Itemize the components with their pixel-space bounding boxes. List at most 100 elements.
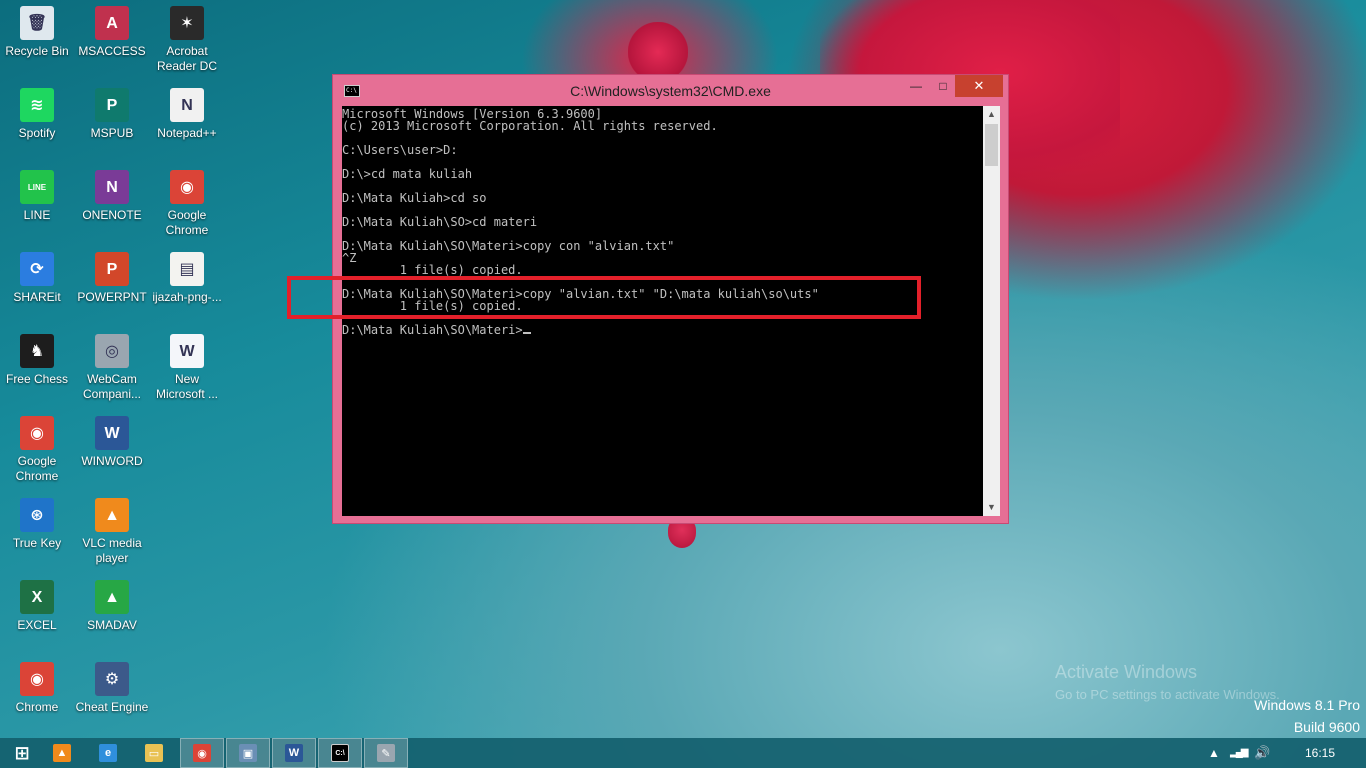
- close-button[interactable]: ✕: [955, 75, 1003, 97]
- desktop-icon-label: SHAREit: [13, 290, 61, 304]
- desktop-icon[interactable]: 🗑 Recycle Bin: [0, 6, 74, 59]
- desktop-icon[interactable]: ◉ Google Chrome: [0, 416, 74, 484]
- desktop-icon[interactable]: N Notepad++: [150, 88, 224, 141]
- desktop-icon-label: EXCEL: [17, 618, 57, 632]
- windows-build: Build 9600: [1293, 719, 1360, 735]
- desktop-icon-label: MSPUB: [90, 126, 134, 140]
- onenote-icon: N: [95, 170, 129, 204]
- desktop-icon[interactable]: ◉ Google Chrome: [150, 170, 224, 238]
- volume-icon[interactable]: 🔊: [1254, 738, 1270, 768]
- cmd-icon: C:\: [331, 744, 349, 762]
- desktop-icon[interactable]: ⚙ Cheat Engine: [75, 662, 149, 715]
- word-icon: W: [95, 416, 129, 450]
- start-button[interactable]: ⊞: [0, 738, 44, 768]
- taskbar-window[interactable]: ▣: [226, 738, 270, 768]
- show-hidden-icons-icon[interactable]: ▲: [1208, 738, 1220, 768]
- desktop-icon-label: ONENOTE: [82, 208, 142, 222]
- cheat-engine-icon: ⚙: [95, 662, 129, 696]
- true-key-icon: ⊛: [20, 498, 54, 532]
- desktop-icon-label: POWERPNT: [77, 290, 147, 304]
- desktop-icon[interactable]: ⊛ True Key: [0, 498, 74, 551]
- chrome-icon: ◉: [20, 662, 54, 696]
- desktop-icon[interactable]: N ONENOTE: [75, 170, 149, 223]
- desktop-icon-label: Notepad++: [157, 126, 217, 140]
- clock[interactable]: 16:15: [1305, 738, 1335, 768]
- desktop-icon[interactable]: ▲ SMADAV: [75, 580, 149, 633]
- chrome-icon: ◉: [20, 416, 54, 450]
- paint-icon: ✎: [377, 744, 395, 762]
- notepadpp-icon: N: [170, 88, 204, 122]
- desktop-icon[interactable]: W WINWORD: [75, 416, 149, 469]
- desktop-icon-label: Google Chrome: [165, 208, 209, 237]
- taskbar-file-explorer[interactable]: ▭: [132, 738, 176, 768]
- mspub-icon: P: [95, 88, 129, 122]
- console-line: (c) 2013 Microsoft Corporation. All righ…: [342, 119, 718, 133]
- desktop-icon[interactable]: ⟳ SHAREit: [0, 252, 74, 305]
- console-line: D:\>cd mata kuliah: [342, 167, 473, 181]
- desktop-icon[interactable]: LINE LINE: [0, 170, 74, 223]
- taskbar-chrome[interactable]: ◉: [180, 738, 224, 768]
- scroll-up-icon[interactable]: ▲: [983, 106, 1000, 123]
- text-cursor: [522, 332, 531, 334]
- highlight-annotation-box: [287, 276, 921, 319]
- watermark-title: Activate Windows: [1055, 662, 1198, 682]
- desktop-icon-label: Cheat Engine: [75, 700, 149, 714]
- taskbar-cmd[interactable]: C:\: [318, 738, 362, 768]
- desktop-icon[interactable]: ≋ Spotify: [0, 88, 74, 141]
- taskbar-word[interactable]: W: [272, 738, 316, 768]
- desktop-icon[interactable]: ◉ Chrome: [0, 662, 74, 715]
- desktop-icon[interactable]: A MSACCESS: [75, 6, 149, 59]
- cmd-titlebar[interactable]: C:\ C:\Windows\system32\CMD.exe — □ ✕: [333, 75, 1008, 107]
- console-line: 1 file(s) copied.: [342, 263, 523, 277]
- desktop-icon-label: Google Chrome: [15, 454, 59, 483]
- maximize-button[interactable]: □: [930, 75, 956, 97]
- desktop-icon[interactable]: W New Microsoft ...: [150, 334, 224, 402]
- desktop-icon-label: Free Chess: [5, 372, 69, 386]
- desktop-icon[interactable]: P POWERPNT: [75, 252, 149, 305]
- spotify-icon: ≋: [20, 88, 54, 122]
- excel-icon: X: [20, 580, 54, 614]
- desktop-icon[interactable]: ♞ Free Chess: [0, 334, 74, 387]
- desktop-icon-label: ijazah-png-...: [152, 290, 222, 304]
- taskbar-vlc[interactable]: ▲: [40, 738, 84, 768]
- shareit-icon: ⟳: [20, 252, 54, 286]
- scroll-down-icon[interactable]: ▼: [983, 499, 1000, 516]
- build-info: Windows 8.1 Pro Build 9600: [1254, 694, 1360, 738]
- line-icon: LINE: [20, 170, 54, 204]
- desktop-icon-label: VLC media player: [82, 536, 142, 565]
- console-line: C:\Users\user>D:: [342, 143, 458, 157]
- acrobat-reader-icon: ✶: [170, 6, 204, 40]
- console-line: D:\Mata Kuliah\SO>cd materi: [342, 215, 538, 229]
- webcam-icon: ◎: [95, 334, 129, 368]
- network-signal-icon[interactable]: ▂▄▆: [1230, 738, 1249, 768]
- desktop-icon-label: SMADAV: [87, 618, 137, 632]
- desktop-icon-label: WINWORD: [81, 454, 143, 468]
- desktop-icon[interactable]: X EXCEL: [0, 580, 74, 633]
- desktop-icon[interactable]: ▤ ijazah-png-...: [150, 252, 224, 305]
- desktop-icon-label: True Key: [12, 536, 62, 550]
- msaccess-icon: A: [95, 6, 129, 40]
- desktop-icon-label: Acrobat Reader DC: [156, 44, 218, 73]
- console-line: D:\Mata Kuliah\SO\Materi>copy con "alvia…: [342, 239, 675, 253]
- desktop-icon-label: LINE: [23, 208, 51, 222]
- desktop-icon-label: WebCam Compani...: [82, 372, 142, 401]
- minimize-button[interactable]: —: [903, 75, 929, 97]
- windows-logo-icon: ⊞: [14, 742, 30, 763]
- scrollbar-thumb[interactable]: [985, 124, 998, 166]
- desktop-icon[interactable]: P MSPUB: [75, 88, 149, 141]
- desktop-icon-label: MSACCESS: [78, 44, 146, 58]
- vertical-scrollbar[interactable]: ▲ ▼: [983, 106, 1000, 516]
- watermark-subtitle: Go to PC settings to activate Windows.: [1055, 687, 1280, 702]
- chrome-icon: ◉: [170, 170, 204, 204]
- desktop-icon-label: Spotify: [18, 126, 56, 140]
- desktop-icon[interactable]: ▲ VLC media player: [75, 498, 149, 566]
- console-line: D:\Mata Kuliah\SO\Materi>: [342, 324, 983, 336]
- desktop-icon[interactable]: ◎ WebCam Compani...: [75, 334, 149, 402]
- wallpaper-petal: [628, 22, 688, 82]
- taskbar: ⊞ ▲ e ▭ ◉ ▣ W C:\ ✎ ▲ ▂▄▆ 🔊 16:15: [0, 738, 1366, 768]
- chrome-icon: ◉: [193, 744, 211, 762]
- taskbar-ie[interactable]: e: [86, 738, 130, 768]
- taskbar-paint[interactable]: ✎: [364, 738, 408, 768]
- vlc-icon: ▲: [53, 744, 71, 762]
- desktop-icon[interactable]: ✶ Acrobat Reader DC: [150, 6, 224, 74]
